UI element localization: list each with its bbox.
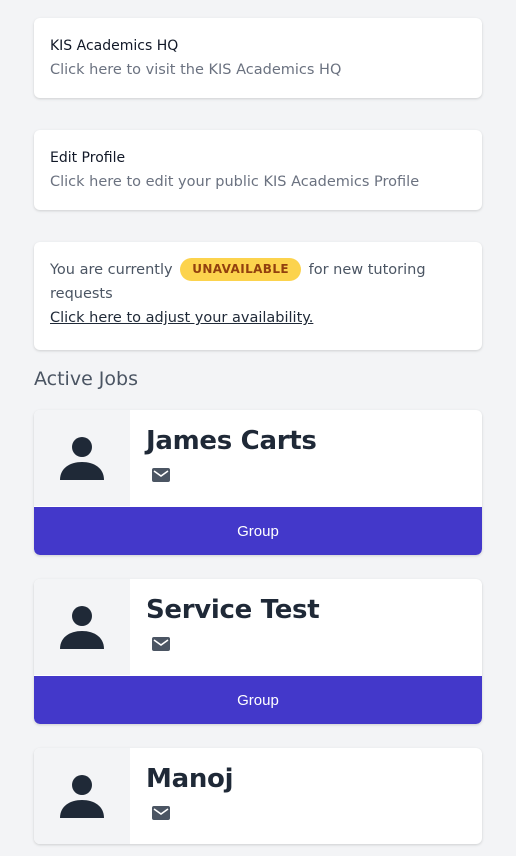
availability-text: You are currently UNAVAILABLE for new tu…	[50, 258, 460, 306]
mail-icon[interactable]	[152, 637, 170, 651]
hq-link-subtitle: Click here to visit the KIS Academics HQ	[50, 62, 342, 78]
job-student-name: Service Test	[146, 595, 320, 625]
page: KIS Academics HQ Click here to visit the…	[0, 0, 516, 856]
edit-profile-card[interactable]: Edit Profile Click here to edit your pub…	[34, 130, 482, 210]
avatar	[34, 410, 130, 506]
edit-profile-subtitle: Click here to edit your public KIS Acade…	[50, 174, 420, 190]
edit-profile-title: Edit Profile	[50, 150, 126, 166]
active-jobs-heading: Active Jobs	[34, 368, 138, 390]
group-button[interactable]: Group	[34, 676, 482, 724]
availability-prefix: You are currently	[50, 262, 173, 278]
mail-icon[interactable]	[152, 806, 170, 820]
status-badge: UNAVAILABLE	[180, 258, 301, 281]
mail-icon[interactable]	[152, 468, 170, 482]
job-card: Service Test Group	[34, 579, 482, 724]
job-student-name: Manoj	[146, 764, 234, 794]
user-icon	[60, 775, 104, 818]
group-button[interactable]: Group	[34, 507, 482, 555]
avatar	[34, 748, 130, 844]
job-card: Manoj	[34, 748, 482, 844]
user-icon	[60, 437, 104, 480]
job-student-name: James Carts	[146, 426, 317, 456]
job-card: James Carts Group	[34, 410, 482, 555]
availability-card: You are currently UNAVAILABLE for new tu…	[34, 242, 482, 350]
hq-link-card[interactable]: KIS Academics HQ Click here to visit the…	[34, 18, 482, 98]
user-icon	[60, 606, 104, 649]
avatar	[34, 579, 130, 675]
hq-link-title: KIS Academics HQ	[50, 38, 179, 54]
adjust-availability-link[interactable]: Click here to adjust your availability.	[50, 310, 313, 326]
